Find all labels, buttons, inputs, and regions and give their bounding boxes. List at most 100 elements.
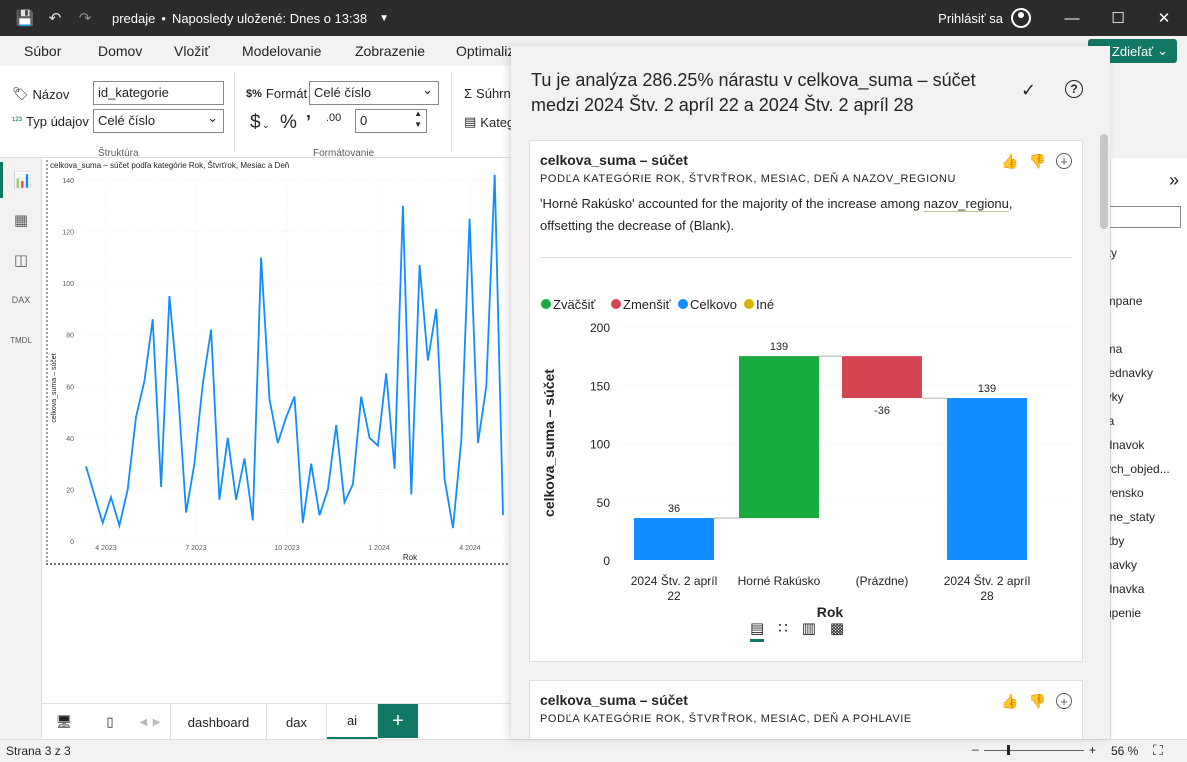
share-label: Zdieľať <box>1111 43 1154 59</box>
x-tick-label: (Prázdne) <box>856 574 909 588</box>
pane-search-input[interactable] <box>1109 206 1181 228</box>
card-subtitle: PODĽA KATEGÓRIE ROK, ŠTVRŤROK, MESIAC, D… <box>540 173 957 185</box>
format-select[interactable]: Celé číslo <box>309 81 439 105</box>
type-select-value: Celé číslo <box>98 113 156 128</box>
chevron-down-icon[interactable]: ▼ <box>379 13 389 24</box>
thumbs-down-icon[interactable]: 👎 <box>1029 153 1046 170</box>
y-tick-label: 0 <box>70 539 74 546</box>
line-series[interactable] <box>85 174 504 530</box>
page-tab-dax[interactable]: dax <box>267 704 327 740</box>
line-chart[interactable]: 140 120 100 80 60 40 20 0 4 2023 7 2023 10 2023 1 2… <box>42 158 512 568</box>
visual-type-switcher: ▤ ∷ ▥ ▩ <box>750 619 844 642</box>
help-icon[interactable]: ? <box>1065 80 1083 98</box>
y-tick-label: 100 <box>62 281 74 288</box>
comma-icon[interactable]: ’ <box>306 112 311 133</box>
y-tick-label: 80 <box>66 333 74 340</box>
report-view-icon[interactable]: 📊 <box>0 162 42 198</box>
thumbs-up-icon[interactable]: 👍 <box>1001 153 1018 170</box>
add-icon[interactable]: + <box>1056 153 1072 169</box>
minimize-icon[interactable]: — <box>1049 0 1095 36</box>
ribbon-separator <box>451 72 452 152</box>
waterfall-bar[interactable] <box>842 356 922 399</box>
y-axis-label: celkova_suma – súčet <box>541 369 557 517</box>
thumbs-up-icon[interactable]: 👍 <box>1001 693 1018 710</box>
zoom-slider[interactable] <box>984 750 1084 751</box>
page-tab-dashboard[interactable]: dashboard <box>170 704 267 740</box>
save-icon[interactable]: 💾 <box>10 0 40 36</box>
add-page-button[interactable]: + <box>378 704 418 738</box>
model-view-icon[interactable]: ◫ <box>0 242 42 278</box>
card-description: 'Horné Rakúsko' accounted for the majori… <box>540 193 1060 237</box>
collapse-pane-icon[interactable]: » <box>1169 170 1179 191</box>
decimal-places-value: 0 <box>360 113 368 128</box>
signin-link[interactable]: Prihlásiť sa <box>938 11 1003 26</box>
chevron-down-icon[interactable]: ⌄ <box>262 120 270 131</box>
tab-insert[interactable]: Vložiť <box>174 43 210 59</box>
waterfall-bar[interactable] <box>947 398 1027 560</box>
dax-query-icon[interactable]: DAX <box>0 282 42 318</box>
summarization-label-text: Súhrn <box>476 86 511 101</box>
percent-icon[interactable]: % <box>280 112 297 134</box>
popup-scrollbar[interactable] <box>1100 134 1108 229</box>
avatar-icon[interactable] <box>1011 8 1031 28</box>
page-tabs: 🖥 ▯ ◀ ▶ dashboard dax ai + <box>42 703 512 740</box>
zoom-out-icon[interactable]: – <box>972 742 979 756</box>
category-label[interactable]: ▤ Kateg <box>464 114 514 130</box>
x-tick-label: Horné Rakúsko <box>738 574 821 588</box>
maximize-icon[interactable]: ☐ <box>1095 0 1141 36</box>
tab-view[interactable]: Zobrazenie <box>355 43 425 59</box>
decimal-icon[interactable]: .00 <box>326 112 341 124</box>
scatter-type-icon[interactable]: ∷ <box>778 619 788 642</box>
legend-marker <box>611 299 621 309</box>
stepper-icon[interactable]: ▲ ▼ <box>414 108 422 130</box>
waterfall-type-icon[interactable]: ▤ <box>750 619 765 642</box>
y-tick-label: 60 <box>66 384 74 391</box>
waterfall-bar[interactable] <box>634 518 714 560</box>
tmdl-view-icon[interactable]: TMDL <box>0 322 42 358</box>
column-type-icon[interactable]: ▥ <box>802 619 816 642</box>
waterfall-bar[interactable] <box>739 356 819 519</box>
field-reference[interactable]: nazov_regionu <box>923 196 1009 212</box>
y-tick-label: 100 <box>590 438 610 452</box>
type-label: ¹²³ Typ údajov <box>12 114 89 129</box>
window-title[interactable]: predaje • Naposledy uložené: Dnes o 13:3… <box>112 11 389 26</box>
tab-file[interactable]: Súbor <box>24 43 61 59</box>
description-text: 'Horné Rakúsko' accounted for the majori… <box>540 196 924 211</box>
zoom-in-icon[interactable]: + <box>1089 743 1096 757</box>
format-icon: $% <box>246 87 262 100</box>
mobile-layout-icon[interactable]: ▯ <box>90 704 130 740</box>
page-tab-ai[interactable]: ai <box>327 704 378 740</box>
fit-to-page-icon[interactable]: ⛶ <box>1153 742 1163 759</box>
summarization-label[interactable]: Σ Súhrn <box>464 86 511 101</box>
report-canvas: celkova_suma – súčet podľa kategórie Rok… <box>42 158 512 703</box>
sigma-icon: Σ <box>464 86 473 101</box>
decimal-places-input[interactable]: 0 ▲ ▼ <box>355 109 427 133</box>
name-label: 🏷 Názov <box>12 86 69 102</box>
check-icon[interactable]: ✓ <box>1021 80 1036 101</box>
category-label-text: Kateg <box>480 114 515 130</box>
format-label: $% Formát <box>246 86 307 101</box>
tab-home[interactable]: Domov <box>98 43 142 59</box>
left-nav: 📊 ▦ ◫ DAX TMDL <box>0 158 42 738</box>
tab-optimize[interactable]: Optimaliz <box>456 43 514 59</box>
currency-icon[interactable]: $ <box>250 112 261 134</box>
y-tick-label: 150 <box>590 379 610 393</box>
y-tick-label: 20 <box>66 487 74 494</box>
legend-label: Celkovo <box>690 297 737 312</box>
type-label-text: Typ údajov <box>26 114 89 129</box>
data-label: -36 <box>874 405 890 417</box>
close-icon[interactable]: ✕ <box>1141 0 1187 36</box>
tab-modeling[interactable]: Modelovanie <box>242 43 321 59</box>
page-nav-arrows[interactable]: ◀ ▶ <box>130 704 170 740</box>
thumbs-down-icon[interactable]: 👎 <box>1029 693 1046 710</box>
undo-icon[interactable]: ↶ <box>40 0 70 36</box>
type-select[interactable]: Celé číslo <box>93 109 224 133</box>
name-input[interactable]: id_kategorie <box>93 81 224 105</box>
ribbon-type-icon[interactable]: ▩ <box>830 619 844 642</box>
status-bar: Strana 3 z 3 – + 56 % ⛶ <box>0 739 1187 762</box>
add-icon[interactable]: + <box>1056 693 1072 709</box>
redo-icon[interactable]: ↷ <box>70 0 100 36</box>
desktop-layout-icon[interactable]: 🖥 <box>42 704 86 740</box>
zoom-slider-thumb[interactable] <box>1007 745 1010 755</box>
table-view-icon[interactable]: ▦ <box>0 202 42 238</box>
